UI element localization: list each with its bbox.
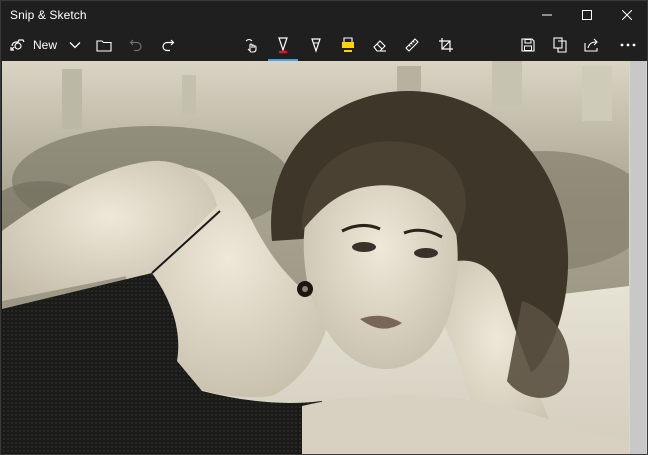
highlighter-icon	[342, 37, 354, 52]
undo-button[interactable]	[125, 29, 147, 61]
snip-canvas[interactable]	[2, 61, 629, 454]
share-icon	[584, 38, 598, 52]
redo-button[interactable]	[157, 29, 179, 61]
new-snip-icon	[10, 39, 25, 51]
touch-writing-icon	[245, 38, 257, 53]
minimize-button[interactable]	[527, 1, 567, 29]
captured-photo	[2, 61, 629, 454]
open-file-button[interactable]	[93, 29, 115, 61]
window-controls	[527, 1, 647, 29]
copy-icon	[553, 37, 567, 53]
window-title: Snip & Sketch	[10, 8, 87, 22]
highlighter-tool[interactable]	[336, 29, 360, 61]
maximize-icon	[582, 10, 592, 20]
undo-icon	[129, 39, 142, 52]
ballpoint-pen-icon	[278, 37, 288, 54]
folder-icon	[96, 39, 112, 52]
ruler-tool[interactable]	[400, 29, 424, 61]
pencil-tool[interactable]	[304, 29, 328, 61]
close-icon	[622, 10, 632, 20]
crop-icon	[439, 38, 453, 52]
eraser-icon	[373, 40, 386, 52]
eraser-tool[interactable]	[368, 29, 392, 61]
toolbar: New	[1, 29, 647, 61]
close-button[interactable]	[607, 1, 647, 29]
new-label: New	[33, 38, 58, 52]
redo-icon	[162, 39, 175, 52]
save-icon	[521, 38, 535, 52]
touch-writing-button[interactable]	[240, 29, 264, 61]
more-icon	[620, 43, 636, 47]
crop-tool[interactable]	[434, 29, 458, 61]
chevron-down-icon	[69, 42, 81, 49]
save-button[interactable]	[516, 29, 540, 61]
ruler-icon	[405, 38, 419, 52]
ballpoint-pen-tool[interactable]	[268, 29, 298, 61]
maximize-button[interactable]	[567, 1, 607, 29]
scrollbar-thumb[interactable]	[630, 61, 646, 454]
snip-sketch-window: Snip & Sketch New	[0, 0, 648, 455]
vertical-scrollbar[interactable]	[629, 61, 647, 454]
minimize-icon	[542, 14, 552, 16]
pencil-icon	[311, 38, 321, 53]
title-bar: Snip & Sketch	[1, 1, 647, 29]
copy-button[interactable]	[548, 29, 572, 61]
new-snip-dropdown[interactable]	[65, 29, 85, 61]
share-button[interactable]	[580, 29, 604, 61]
see-more-button[interactable]	[615, 29, 641, 61]
